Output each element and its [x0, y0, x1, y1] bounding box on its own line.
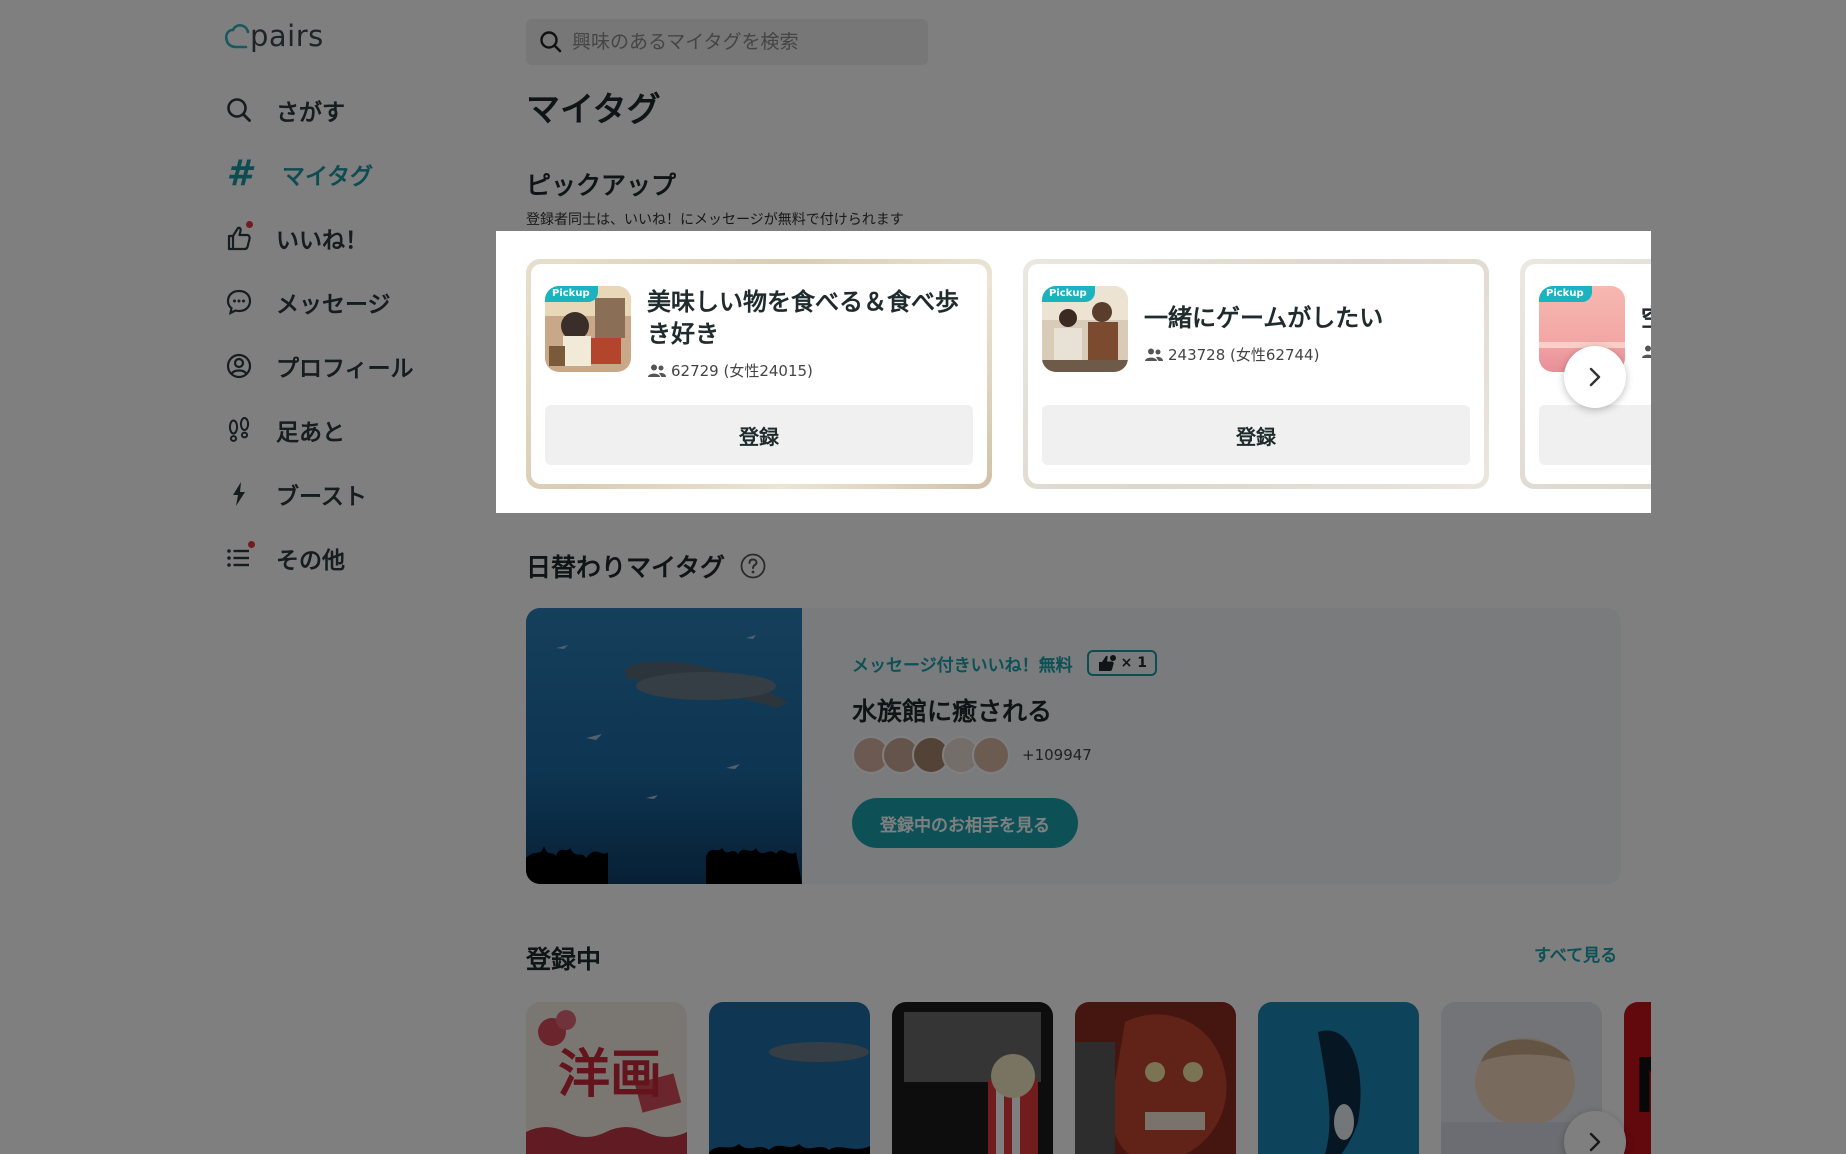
register-button[interactable]: 登録: [545, 405, 973, 465]
member-avatars: +109947: [852, 736, 1092, 774]
pickup-card-name: 空: [1641, 302, 1651, 334]
sidebar-item-label: ブースト: [276, 484, 367, 510]
sidebar-item-messages[interactable]: メッセージ: [224, 270, 484, 334]
pickup-card[interactable]: Pickup 一緒にゲームがしたい 243728 (女性62744) 登録: [1023, 259, 1489, 489]
people-icon: [1145, 348, 1163, 361]
notification-dot: [246, 221, 253, 228]
pickup-card-name: 一緒にゲームがしたい: [1144, 304, 1384, 332]
sidebar-item-footprints[interactable]: 足あと: [224, 398, 484, 462]
chevron-right-icon: [1589, 1132, 1601, 1152]
daily-tag-name: 水族館に癒される: [852, 697, 1053, 726]
carousel-next-button[interactable]: [1564, 346, 1626, 408]
aquarium-image: [526, 608, 802, 884]
pickup-badge: Pickup: [1042, 286, 1095, 302]
user-circle-icon: [224, 351, 254, 381]
search-icon: [540, 31, 562, 53]
registered-tag-tile[interactable]: 洋画: [526, 1002, 687, 1154]
svg-text:N: N: [1634, 1040, 1651, 1129]
registered-tag-tile[interactable]: [1258, 1002, 1419, 1154]
tile-overlay-text: 洋画: [558, 1044, 663, 1105]
free-message-like-label: メッセージ付きいいね！無料 × 1: [852, 650, 1158, 676]
pickup-card-name: 美味しい物を食べる＆食べ歩き好き: [647, 288, 959, 348]
pickup-card-count-text: 243728 (女性62744): [1168, 346, 1320, 364]
footprints-icon: [224, 415, 254, 445]
like-count-text: × 1: [1120, 655, 1148, 671]
search-icon: [224, 95, 254, 125]
search-bar[interactable]: [526, 19, 928, 65]
sidebar-item-label: メッセージ: [276, 292, 391, 318]
member-count: +109947: [1022, 746, 1092, 764]
sidebar-item-boost[interactable]: ブースト: [224, 462, 484, 526]
pickup-section-subtitle: 登録者同士は、いいね！にメッセージが無料で付けられます: [526, 212, 904, 228]
daily-mytag-card[interactable]: メッセージ付きいいね！無料 × 1 水族館に癒される +109947 登録中のお…: [526, 608, 1621, 884]
view-members-button[interactable]: 登録中のお相手を見る: [852, 798, 1078, 848]
page: pairs さがす # マイタグ いいね！ メッセージ プロフィール 足あと ブ…: [0, 0, 1846, 1154]
registered-tag-list: 洋画: [526, 1002, 1651, 1154]
dim-overlay: [1651, 231, 1846, 513]
like-count-badge: × 1: [1086, 650, 1158, 676]
pickup-card[interactable]: Pickup 美味しい物を食べる＆食べ歩き好き 62729 (女性24015) …: [526, 259, 992, 489]
lightning-icon: [224, 479, 254, 509]
sidebar-item-label: マイタグ: [282, 164, 374, 190]
free-message-like-text: メッセージ付きいいね！無料: [852, 655, 1073, 676]
pickup-card-thumbnail: Pickup: [1042, 286, 1128, 372]
pickup-badge: Pickup: [1539, 286, 1592, 302]
avatar: [972, 736, 1010, 774]
page-title: マイタグ: [526, 90, 661, 130]
thumbs-up-message-icon: [1098, 655, 1116, 671]
list-menu-icon: [224, 541, 255, 573]
daily-section-title-text: 日替わりマイタグ: [526, 553, 726, 582]
register-button[interactable]: 登録: [1539, 405, 1651, 465]
pickup-card-count: 243728 (女性62744): [1144, 344, 1319, 365]
pairs-logo[interactable]: pairs: [224, 18, 324, 54]
daily-section-title: 日替わりマイタグ: [526, 548, 767, 584]
registered-tag-tile[interactable]: [709, 1002, 870, 1154]
pickup-badge: Pickup: [545, 286, 598, 302]
pickup-card-thumbnail: Pickup: [545, 286, 631, 372]
pickup-carousel: Pickup 美味しい物を食べる＆食べ歩き好き 62729 (女性24015) …: [526, 259, 1651, 489]
pickup-section-title: ピックアップ: [526, 171, 677, 200]
registered-tag-tile[interactable]: N: [1624, 1002, 1651, 1154]
sidebar-item-profile[interactable]: プロフィール: [224, 334, 484, 398]
sidebar-item-label: プロフィール: [276, 356, 414, 382]
sidebar-item-label: さがす: [276, 100, 345, 126]
help-icon[interactable]: [739, 552, 767, 580]
sidebar-item-label: その他: [276, 548, 345, 574]
registered-tag-tile[interactable]: [1075, 1002, 1236, 1154]
chat-bubble-icon: [224, 287, 254, 317]
thumbs-up-icon: [224, 221, 254, 253]
people-icon: [1642, 345, 1651, 358]
sidebar-item-search[interactable]: さがす: [224, 78, 484, 142]
pickup-card-count: 62729 (女性24015): [647, 360, 813, 381]
registered-tag-tile[interactable]: [892, 1002, 1053, 1154]
register-button[interactable]: 登録: [1042, 405, 1470, 465]
sidebar-item-label: 足あと: [276, 420, 345, 446]
see-all-link[interactable]: すべて見る: [1534, 941, 1617, 966]
logo-text: pairs: [250, 19, 324, 53]
registered-section-title: 登録中: [526, 945, 602, 974]
chevron-right-icon: [1589, 367, 1601, 387]
pickup-card-count: [1641, 344, 1651, 360]
sidebar-item-mytag[interactable]: # マイタグ: [224, 142, 484, 206]
notification-dot: [248, 541, 255, 548]
sidebar-item-other[interactable]: その他: [224, 526, 484, 590]
search-input[interactable]: [572, 31, 912, 53]
sidebar-nav: さがす # マイタグ いいね！ メッセージ プロフィール 足あと ブースト その…: [224, 78, 484, 590]
sidebar-item-label: いいね！: [276, 228, 368, 254]
hashtag-icon: #: [226, 153, 252, 194]
pickup-card-count-text: 62729 (女性24015): [671, 362, 813, 380]
people-icon: [648, 364, 666, 377]
sidebar-item-likes[interactable]: いいね！: [224, 206, 484, 270]
